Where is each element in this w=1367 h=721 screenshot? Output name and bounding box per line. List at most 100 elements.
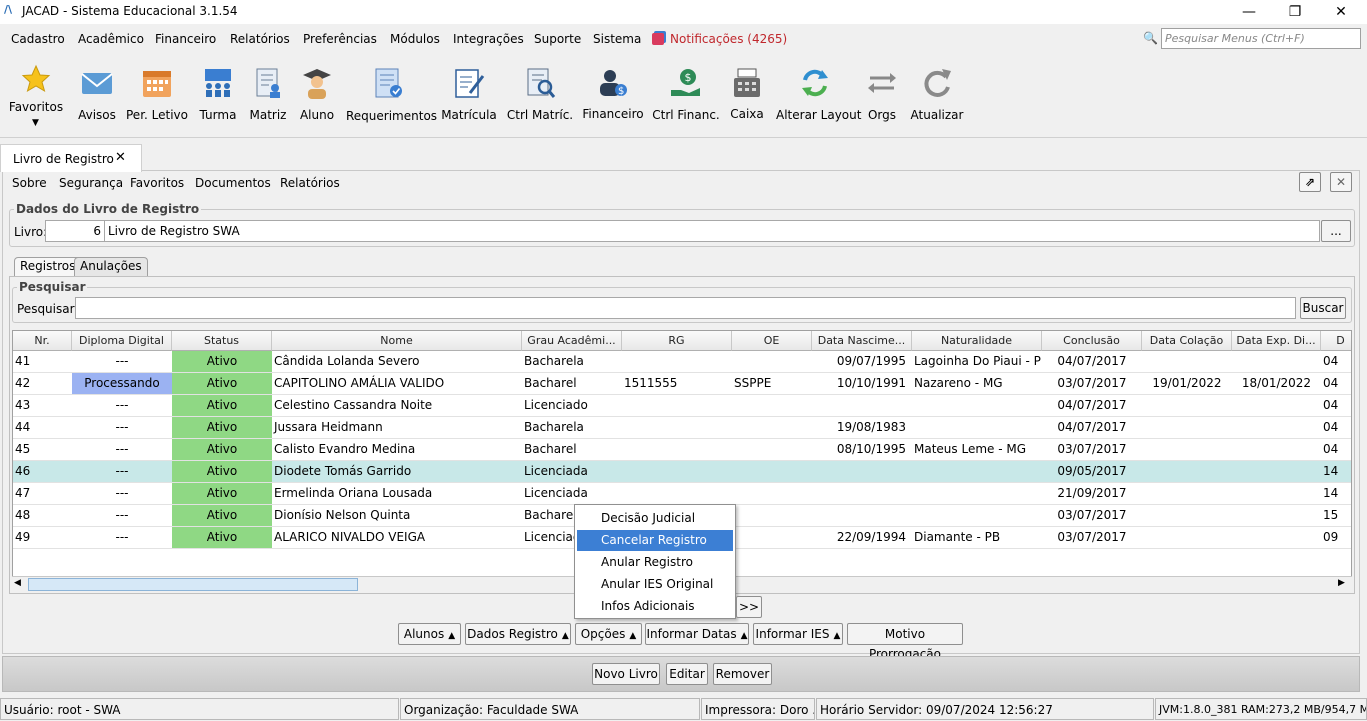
tab-anulacoes[interactable]: Anulações (74, 257, 148, 276)
financeiro-button[interactable]: $ Financeiro (582, 54, 644, 138)
table-cell: 03/07/2017 (1057, 442, 1127, 456)
next-page-button[interactable]: >> (736, 596, 762, 618)
livro-name-field[interactable]: Livro de Registro SWA (104, 220, 1320, 242)
livro-number-field[interactable]: 6 (45, 220, 105, 242)
menu-academico[interactable]: Acadêmico (78, 32, 144, 46)
menu-item-decisao-judicial[interactable]: Decisão Judicial (577, 508, 733, 529)
alterar-layout-button[interactable]: Alterar Layout (776, 54, 861, 138)
novo-livro-button[interactable]: Novo Livro (592, 663, 660, 685)
remover-button[interactable]: Remover (713, 663, 772, 685)
table-row[interactable]: 45 --- Ativo Calisto Evandro Medina Bacharel… (13, 439, 1351, 461)
menu-sistema[interactable]: Sistema (593, 32, 641, 46)
menu-preferencias[interactable]: Preferências (303, 32, 377, 46)
turma-button[interactable]: Turma (196, 54, 240, 138)
column-header[interactable]: Nome (272, 331, 522, 351)
scroll-right-icon[interactable]: ▶ (1338, 578, 1345, 588)
menu-search-input[interactable]: Pesquisar Menus (Ctrl+F) (1161, 28, 1361, 49)
menu-item-cancelar-registro[interactable]: Cancelar Registro (577, 530, 733, 551)
submenu-sobre[interactable]: Sobre (12, 176, 47, 190)
ctrl-financ-button[interactable]: $ Ctrl Financ. (652, 54, 720, 138)
atualizar-button[interactable]: Atualizar (910, 54, 964, 138)
scrollbar-thumb[interactable] (28, 578, 358, 591)
table-cell (1142, 505, 1232, 526)
buscar-button[interactable]: Buscar (1300, 297, 1346, 319)
column-header[interactable]: D (1321, 331, 1351, 351)
column-header[interactable]: Diploma Digital (72, 331, 172, 351)
tab-label: Livro de Registro (13, 152, 114, 166)
table-cell (732, 417, 812, 438)
informar-ies-button[interactable]: Informar IES ▲ (753, 623, 843, 645)
menu-cadastro[interactable]: Cadastro (11, 32, 65, 46)
menu-item-anular-registro[interactable]: Anular Registro (577, 552, 733, 573)
submenu-favoritos[interactable]: Favoritos (130, 176, 184, 190)
close-window-button[interactable]: ✕ (1318, 2, 1364, 22)
column-header[interactable]: Nr. (13, 331, 72, 351)
table-cell: Licenciada (524, 486, 588, 500)
table-row[interactable]: 41 --- Ativo Cândida Lolanda Severo Bacharel… (13, 351, 1351, 373)
informar-datas-button[interactable]: Informar Datas ▲ (645, 623, 749, 645)
menu-item-anular-ies-original[interactable]: Anular IES Original (577, 574, 733, 595)
matricula-button[interactable]: Matrícula (440, 54, 498, 138)
caixa-button[interactable]: Caixa (728, 54, 766, 138)
scroll-left-icon[interactable]: ◀ (14, 578, 21, 588)
maximize-button[interactable]: ❐ (1272, 2, 1318, 22)
student-icon (300, 66, 334, 100)
dados-registro-button[interactable]: Dados Registro ▲ (465, 623, 571, 645)
table-cell: 43 (15, 398, 31, 412)
per-letivo-button[interactable]: Per. Letivo (126, 54, 188, 138)
motivo-prorrogacao-button[interactable]: Motivo Prorrogação (847, 623, 963, 661)
column-header[interactable]: Conclusão (1042, 331, 1142, 351)
column-header[interactable]: Grau Acadêmi... (522, 331, 622, 351)
table-cell (732, 527, 812, 548)
opcoes-button[interactable]: Opções ▲ (575, 623, 642, 645)
table-row[interactable]: 44 --- Ativo Jussara Heidmann Bacharela 19/08… (13, 417, 1351, 439)
table-row[interactable]: 47 --- Ativo Ermelinda Oriana Lousada Licenc… (13, 483, 1351, 505)
table-cell: Mateus Leme - MG (914, 442, 1027, 456)
close-panel-icon[interactable]: ✕ (1330, 172, 1352, 192)
ctrl-matric-button[interactable]: Ctrl Matríc. (506, 54, 574, 138)
table-row[interactable]: 42 Processando Ativo CAPITOLINO AMÁLIA VALI… (13, 373, 1351, 395)
orgs-button[interactable]: Orgs (862, 54, 902, 138)
browse-livro-button[interactable]: ... (1321, 220, 1351, 242)
table-cell: Processando (72, 373, 172, 394)
aluno-button[interactable]: Aluno (296, 54, 338, 138)
editar-button[interactable]: Editar (666, 663, 708, 685)
menu-item-infos-adicionais[interactable]: Infos Adicionais (577, 596, 733, 617)
menu-modulos[interactable]: Módulos (390, 32, 440, 46)
menu-integracoes[interactable]: Integrações (453, 32, 524, 46)
tab-close-icon[interactable]: ✕ (115, 150, 126, 165)
minimize-button[interactable]: — (1226, 2, 1272, 22)
column-header[interactable]: Data Colação (1142, 331, 1232, 351)
table-row[interactable]: 43 --- Ativo Celestino Cassandra Noite Licen… (13, 395, 1351, 417)
menu-suporte[interactable]: Suporte (534, 32, 581, 46)
alunos-button[interactable]: Alunos ▲ (398, 623, 461, 645)
ctrl-matric-label: Ctrl Matríc. (506, 108, 574, 122)
table-cell: 03/07/2017 (1057, 508, 1127, 522)
matricula-label: Matrícula (441, 108, 497, 122)
tab-livro-de-registro[interactable]: Livro de Registro ✕ (0, 144, 142, 172)
submenu-relatorios[interactable]: Relatórios (280, 176, 340, 190)
favoritos-button[interactable]: Favoritos ▼ (6, 54, 66, 138)
column-header[interactable]: Status (172, 331, 272, 351)
avisos-button[interactable]: Avisos (74, 54, 120, 138)
tab-registros[interactable]: Registros (14, 257, 82, 277)
submenu-seguranca[interactable]: Segurança (59, 176, 123, 190)
column-header[interactable]: Data Exp. Di... (1232, 331, 1321, 351)
column-header[interactable]: Data Nascime... (812, 331, 912, 351)
notifications-link[interactable]: Notificações (4265) (652, 32, 787, 46)
requerimentos-button[interactable]: Requerimentos (346, 54, 437, 138)
pesquisar-input[interactable] (75, 297, 1296, 319)
atualizar-label: Atualizar (910, 108, 964, 122)
table-cell: 15 (1323, 508, 1339, 522)
column-header[interactable]: RG (622, 331, 732, 351)
hand-money-icon: $ (669, 66, 703, 100)
submenu-documentos[interactable]: Documentos (195, 176, 271, 190)
column-header[interactable]: OE (732, 331, 812, 351)
menu-relatorios[interactable]: Relatórios (230, 32, 290, 46)
table-cell (912, 461, 1042, 482)
popout-icon[interactable]: ⇗ (1299, 172, 1321, 192)
table-row[interactable]: 46 --- Ativo Diodete Tomás Garrido Licenciad… (13, 461, 1351, 483)
menu-financeiro[interactable]: Financeiro (155, 32, 216, 46)
column-header[interactable]: Naturalidade (912, 331, 1042, 351)
matriz-button[interactable]: Matriz (248, 54, 288, 138)
